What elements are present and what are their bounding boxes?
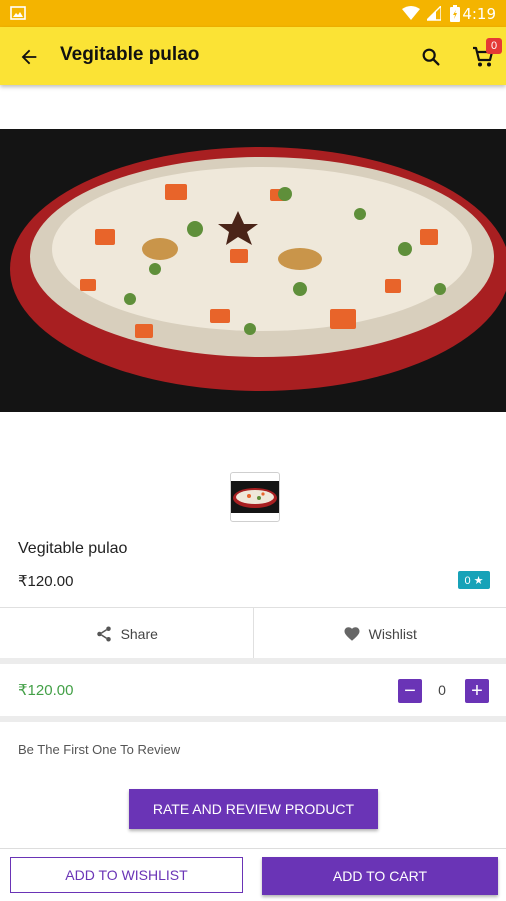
cart-button[interactable]: 0 xyxy=(470,44,496,70)
search-button[interactable] xyxy=(418,44,444,70)
wifi-icon xyxy=(402,6,420,21)
share-icon xyxy=(95,625,113,643)
decrease-quantity-button[interactable]: − xyxy=(398,679,422,703)
arrow-left-icon xyxy=(18,46,40,68)
image-icon xyxy=(10,6,26,20)
bottom-bar: ADD TO WISHLIST ADD TO CART xyxy=(0,848,506,901)
add-to-cart-button[interactable]: ADD TO CART xyxy=(262,857,498,895)
action-row: Share Wishlist xyxy=(0,607,506,660)
product-name: Vegitable pulao xyxy=(18,540,127,558)
status-time: 4:19 xyxy=(462,5,496,23)
plus-icon: + xyxy=(471,681,483,701)
status-bar: 4:19 xyxy=(0,0,506,27)
share-button[interactable]: Share xyxy=(0,608,253,659)
back-button[interactable] xyxy=(16,44,42,70)
search-icon xyxy=(420,46,442,68)
wishlist-label: Wishlist xyxy=(369,626,417,642)
page-title: Vegitable pulao xyxy=(60,44,199,66)
share-label: Share xyxy=(121,626,158,642)
battery-icon xyxy=(450,5,460,22)
add-to-wishlist-button[interactable]: ADD TO WISHLIST xyxy=(10,857,243,893)
quantity-value: 0 xyxy=(432,682,452,698)
product-thumbnail[interactable] xyxy=(230,472,280,522)
product-price: ₹120.00 xyxy=(18,572,73,590)
product-image xyxy=(0,129,506,412)
rating-badge: 0 ★ xyxy=(458,571,490,589)
review-empty-note: Be The First One To Review xyxy=(18,742,180,757)
wishlist-button[interactable]: Wishlist xyxy=(253,608,506,659)
minus-icon: − xyxy=(404,681,416,701)
quantity-row: ₹120.00 − 0 + xyxy=(0,664,506,716)
heart-icon xyxy=(343,625,361,643)
cart-badge: 0 xyxy=(486,38,502,54)
line-price: ₹120.00 xyxy=(18,681,73,699)
app-bar: Vegitable pulao 0 xyxy=(0,27,506,85)
increase-quantity-button[interactable]: + xyxy=(465,679,489,703)
divider xyxy=(0,716,506,722)
rate-review-button[interactable]: RATE AND REVIEW PRODUCT xyxy=(129,789,378,829)
signal-icon xyxy=(427,6,441,21)
